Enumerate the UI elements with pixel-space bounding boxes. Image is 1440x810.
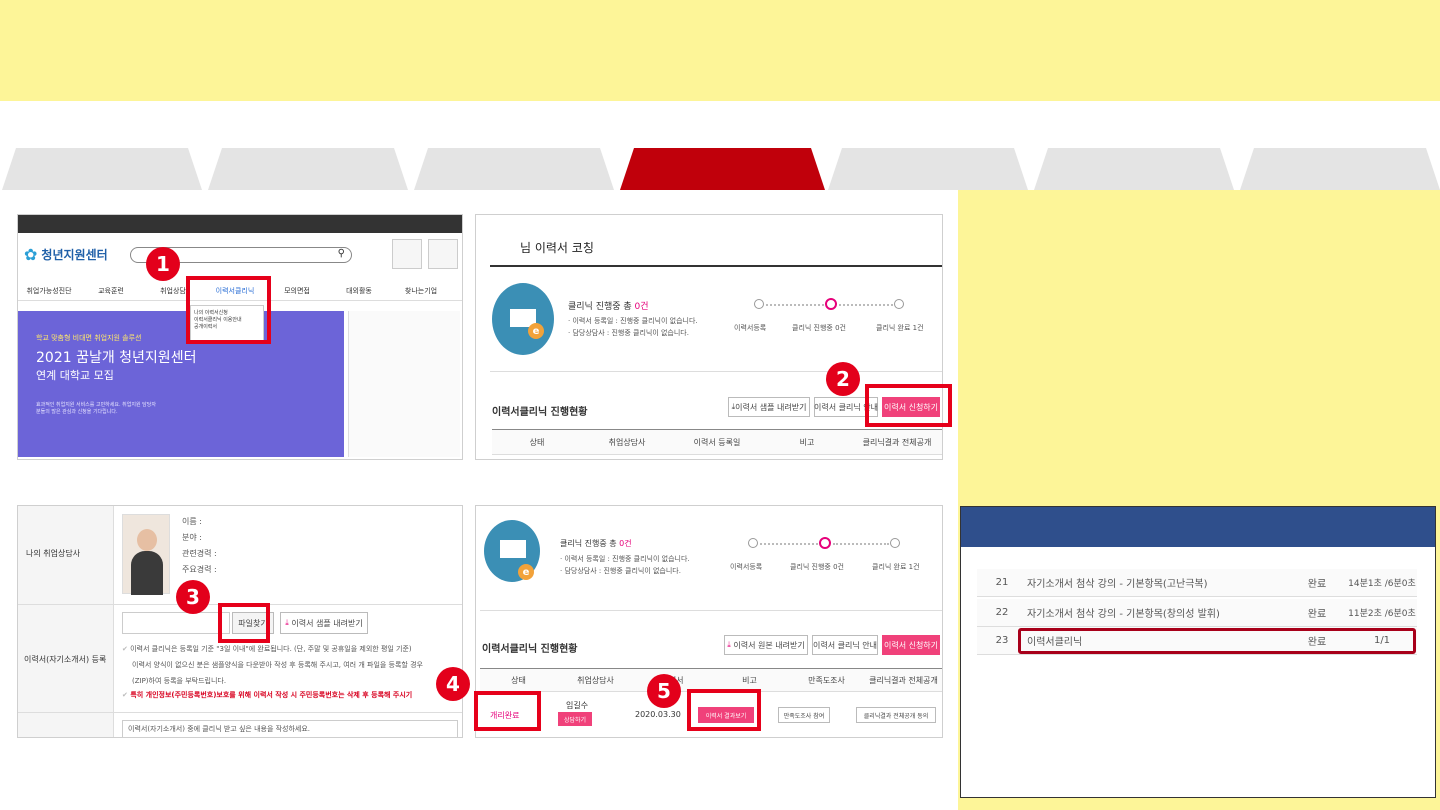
section-title: 이력서클리닉 진행현황: [492, 407, 588, 418]
clinic-request-textarea[interactable]: 이력서(자기소개서) 중에 클리닉 받고 싶은 내용을 작성하세요.: [122, 720, 458, 737]
step-badge-5: 5: [647, 674, 681, 708]
nav-item[interactable]: 교육훈련: [80, 286, 142, 296]
sample-download-button[interactable]: ⤓ 이력서 샘플 내려받기: [280, 612, 368, 634]
site-logo[interactable]: ✿ 청년지원센터: [24, 245, 108, 264]
logo-icon: ✿: [24, 245, 38, 264]
hero-banner[interactable]: 학교 맞춤형 비대면 취업지원 솔루션 2021 꿈날개 청년지원센터 연계 대…: [18, 311, 344, 457]
counsel-button[interactable]: 상담하기: [558, 712, 592, 726]
row-title: 자기소개서 첨삭 강의 - 기본항목(창의성 발휘): [1027, 609, 1220, 620]
file-path-input[interactable]: [122, 612, 230, 634]
privacy-warning: ✔ 특히 개인정보(주민등록번호)보호를 위해 이력서 작성 시 주민등록번호는…: [122, 691, 413, 699]
nav-item[interactable]: 찾나는기업: [390, 286, 452, 296]
quick-icon-1[interactable]: [392, 239, 422, 269]
step-tab-4-active[interactable]: [620, 148, 825, 190]
check-icon: ✔: [122, 645, 131, 653]
nav-item[interactable]: 취업가능성진단: [18, 286, 80, 296]
title-divider: [490, 265, 942, 267]
step-tabs: [0, 148, 1440, 190]
step-dot: [748, 538, 758, 548]
label-column: [18, 506, 114, 737]
nav-item[interactable]: 대외활동: [328, 286, 390, 296]
side-card-header: [961, 507, 1435, 547]
top-banner: [0, 0, 1440, 101]
page-title: 님 이력서 코칭: [520, 241, 594, 255]
row-title: 자기소개서 첨삭 강의 - 기본항목(고난극복): [1027, 579, 1208, 590]
top-utility-bar: [18, 215, 462, 233]
highlight-box: [1018, 628, 1416, 654]
section-title: 이력서클리닉 진행현황: [482, 644, 578, 655]
download-original-button[interactable]: ⤓ 이력서 원본 내려받기: [724, 635, 808, 655]
survey-button[interactable]: 만족도조사 참여: [778, 707, 830, 723]
step-dot: [894, 299, 904, 309]
lecture-row: 21 자기소개서 첨삭 강의 - 기본항목(고난극복) 완료 14분1초 /6분…: [977, 569, 1417, 597]
row-date: 2020.03.30: [635, 710, 681, 719]
lecture-row: 22 자기소개서 첨삭 강의 - 기본항목(창의성 발휘) 완료 11분2초 /…: [977, 599, 1417, 627]
step-badge-1: 1: [146, 247, 180, 281]
envelope-icon: e: [492, 283, 554, 355]
step-dot: [754, 299, 764, 309]
step-tab-1[interactable]: [2, 148, 202, 190]
step-tab-6[interactable]: [1034, 148, 1234, 190]
row-status: 완료: [1307, 609, 1327, 620]
highlight-nav-resume-clinic: [186, 276, 271, 344]
row-time: 14분1초 /6분0초: [1348, 579, 1416, 589]
step-tab-7[interactable]: [1240, 148, 1440, 190]
envelope-icon: e: [484, 520, 540, 582]
step-tab-2[interactable]: [208, 148, 408, 190]
highlight-find-file: [218, 603, 270, 643]
step-dot-active: [819, 537, 831, 549]
counselor-avatar: [122, 514, 170, 595]
step-dot-active: [825, 298, 837, 310]
step-badge-4: 4: [436, 667, 470, 701]
highlight-apply-button: [865, 384, 952, 427]
row-number: 22: [995, 607, 1009, 618]
row-status: 완료: [1307, 579, 1327, 590]
public-consent-button[interactable]: 클리닉결과 전체공개 동의: [856, 707, 936, 723]
row-counselor: 임길수: [566, 701, 589, 710]
side-card: 21 자기소개서 첨삭 강의 - 기본항목(고난극복) 완료 14분1초 /6분…: [960, 506, 1436, 798]
step-tab-3[interactable]: [414, 148, 614, 190]
notice-line: ✔ 이력서 클리닉은 등록일 기준 "3일 이내"에 완료됩니다. (단, 주말…: [122, 645, 412, 653]
step-badge-2: 2: [826, 362, 860, 396]
register-label: 이력서(자기소개서) 등록: [24, 655, 107, 664]
quick-icon-2[interactable]: [428, 239, 458, 269]
search-icon[interactable]: ⚲: [338, 248, 345, 259]
table-header: 상태 취업상담사 이력서 등록일 비고 클리닉결과 전체공개: [492, 429, 942, 455]
status-title: 클리닉 진행중 총 0건: [568, 302, 649, 312]
clinic-guide-button[interactable]: 이력서 클리닉 안내: [812, 635, 878, 655]
row-number: 21: [995, 577, 1009, 588]
download-icon: ⤓: [285, 618, 289, 627]
login-sidebar: [348, 311, 460, 457]
counselor-label: 나의 취업상담사: [26, 549, 81, 558]
apply-resume-button[interactable]: 이력서 신청하기: [882, 635, 940, 655]
row-time: 11분2초 /6분0초: [1348, 609, 1416, 619]
step-badge-3: 3: [176, 580, 210, 614]
step-dot: [890, 538, 900, 548]
status-title: 클리닉 진행중 총 0건: [560, 539, 632, 548]
nav-item[interactable]: 모의면접: [266, 286, 328, 296]
highlight-status: [474, 691, 541, 731]
download-sample-button[interactable]: ⤓ 이력서 샘플 내려받기: [728, 397, 810, 417]
highlight-result-button: [687, 689, 761, 731]
step-tab-5[interactable]: [828, 148, 1028, 190]
